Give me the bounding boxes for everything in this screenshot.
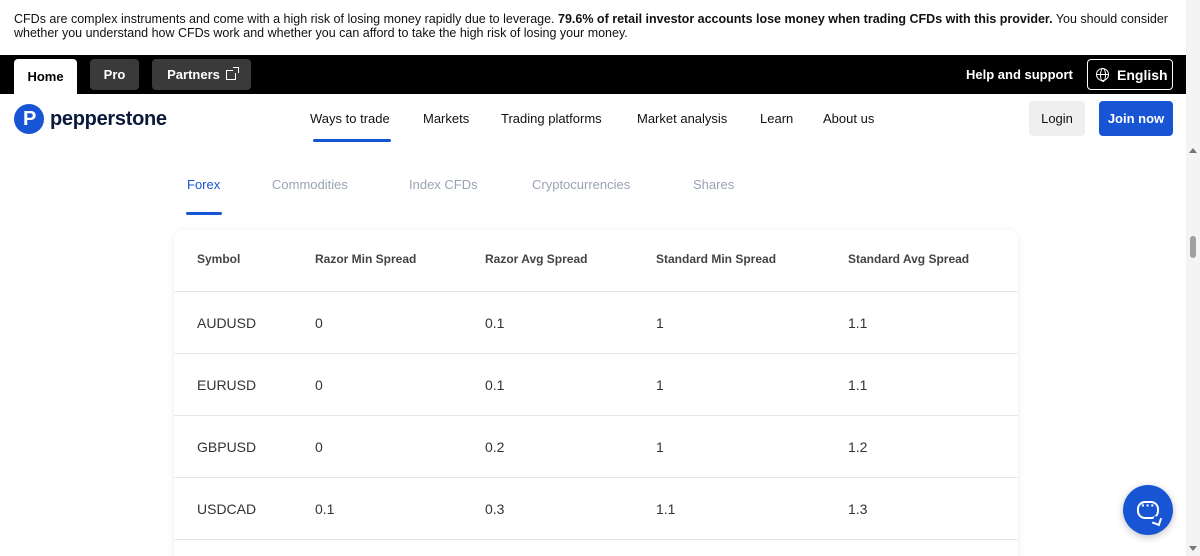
cell-razor-min: 0.1 bbox=[315, 501, 335, 517]
column-header-razor-avg: Razor Avg Spread bbox=[485, 252, 588, 266]
login-button[interactable]: Login bbox=[1029, 101, 1085, 136]
tab-pro[interactable]: Pro bbox=[90, 59, 139, 90]
market-tab-cryptocurrencies[interactable]: Cryptocurrencies bbox=[532, 177, 630, 192]
cell-symbol: AUDUSD bbox=[197, 315, 257, 331]
tab-partners[interactable]: Partners bbox=[152, 59, 251, 90]
table-row: AUDUSD 0 0.1 1 1.1 bbox=[174, 292, 1018, 354]
tab-partners-label: Partners bbox=[167, 67, 220, 82]
scrollbar-thumb[interactable] bbox=[1190, 236, 1196, 258]
risk-warning-bold: 79.6% of retail investor accounts lose m… bbox=[558, 12, 1053, 26]
column-header-symbol: Symbol bbox=[197, 252, 241, 266]
cell-razor-avg: 0.3 bbox=[485, 501, 505, 517]
tab-pro-label: Pro bbox=[103, 67, 126, 82]
external-link-icon bbox=[225, 66, 239, 80]
logo-mark-icon: P bbox=[14, 104, 44, 134]
cell-symbol: GBPUSD bbox=[197, 439, 257, 455]
risk-warning-text: CFDs are complex instruments and come wi… bbox=[14, 12, 559, 26]
cell-standard-avg: 1.2 bbox=[848, 439, 868, 455]
table-row: EURUSD 0 0.1 1 1.1 bbox=[174, 354, 1018, 416]
tab-home-label: Home bbox=[27, 69, 64, 84]
tab-home[interactable]: Home bbox=[14, 59, 77, 94]
risk-warning-banner: CFDs are complex instruments and come wi… bbox=[0, 0, 1186, 55]
cell-symbol: EURUSD bbox=[197, 377, 257, 393]
cell-razor-avg: 0.2 bbox=[485, 439, 505, 455]
market-tab-index-cfds[interactable]: Index CFDs bbox=[409, 177, 478, 192]
market-tab-shares[interactable]: Shares bbox=[693, 177, 734, 192]
column-header-razor-min: Razor Min Spread bbox=[315, 252, 417, 266]
cell-standard-avg: 1.1 bbox=[848, 315, 868, 331]
cell-standard-min: 1 bbox=[656, 315, 664, 331]
nav-ways-to-trade[interactable]: Ways to trade bbox=[310, 111, 390, 126]
market-tab-commodities[interactable]: Commodities bbox=[272, 177, 348, 192]
nav-about-us[interactable]: About us bbox=[823, 111, 874, 126]
cell-razor-min: 0 bbox=[315, 377, 323, 393]
nav-active-indicator bbox=[313, 139, 391, 142]
cell-standard-avg: 1.3 bbox=[848, 501, 868, 517]
page-scrollbar[interactable] bbox=[1186, 0, 1200, 556]
cell-razor-min: 0 bbox=[315, 439, 323, 455]
table-row: USDCAD 0.1 0.3 1.1 1.3 bbox=[174, 478, 1018, 540]
help-and-support-link[interactable]: Help and support bbox=[966, 67, 1073, 82]
join-now-button[interactable]: Join now bbox=[1099, 101, 1173, 136]
scroll-down-arrow-icon[interactable] bbox=[1189, 546, 1197, 551]
cell-razor-min: 0 bbox=[315, 315, 323, 331]
cell-standard-min: 1.1 bbox=[656, 501, 676, 517]
table-row: GBPUSD 0 0.2 1 1.2 bbox=[174, 416, 1018, 478]
nav-trading-platforms[interactable]: Trading platforms bbox=[501, 111, 602, 126]
column-header-standard-avg: Standard Avg Spread bbox=[848, 252, 970, 266]
scroll-up-arrow-icon[interactable] bbox=[1189, 148, 1197, 153]
language-label: English bbox=[1117, 66, 1168, 83]
nav-market-analysis[interactable]: Market analysis bbox=[637, 111, 727, 126]
language-selector[interactable]: English bbox=[1087, 59, 1173, 90]
logo-mark-letter: P bbox=[23, 108, 37, 130]
cell-standard-avg: 1.1 bbox=[848, 377, 868, 393]
cell-standard-min: 1 bbox=[656, 439, 664, 455]
cell-standard-min: 1 bbox=[656, 377, 664, 393]
market-tab-forex[interactable]: Forex bbox=[187, 177, 220, 192]
cell-symbol: USDCAD bbox=[197, 501, 257, 517]
spread-table: Symbol Razor Min Spread Razor Avg Spread… bbox=[174, 230, 1018, 556]
cell-razor-avg: 0.1 bbox=[485, 377, 505, 393]
pepperstone-logo[interactable]: P pepperstone bbox=[14, 104, 167, 134]
nav-learn[interactable]: Learn bbox=[760, 111, 793, 126]
chat-icon bbox=[1137, 497, 1159, 519]
market-tab-active-indicator bbox=[186, 212, 222, 215]
cell-razor-avg: 0.1 bbox=[485, 315, 505, 331]
top-bar: Home Pro Partners Help and support Engli… bbox=[0, 55, 1186, 94]
globe-icon bbox=[1096, 68, 1109, 82]
logo-text: pepperstone bbox=[50, 107, 167, 130]
chat-button[interactable] bbox=[1123, 485, 1173, 535]
column-header-standard-min: Standard Min Spread bbox=[656, 252, 777, 266]
table-header-row: Symbol Razor Min Spread Razor Avg Spread… bbox=[174, 230, 1018, 292]
nav-markets[interactable]: Markets bbox=[423, 111, 469, 126]
